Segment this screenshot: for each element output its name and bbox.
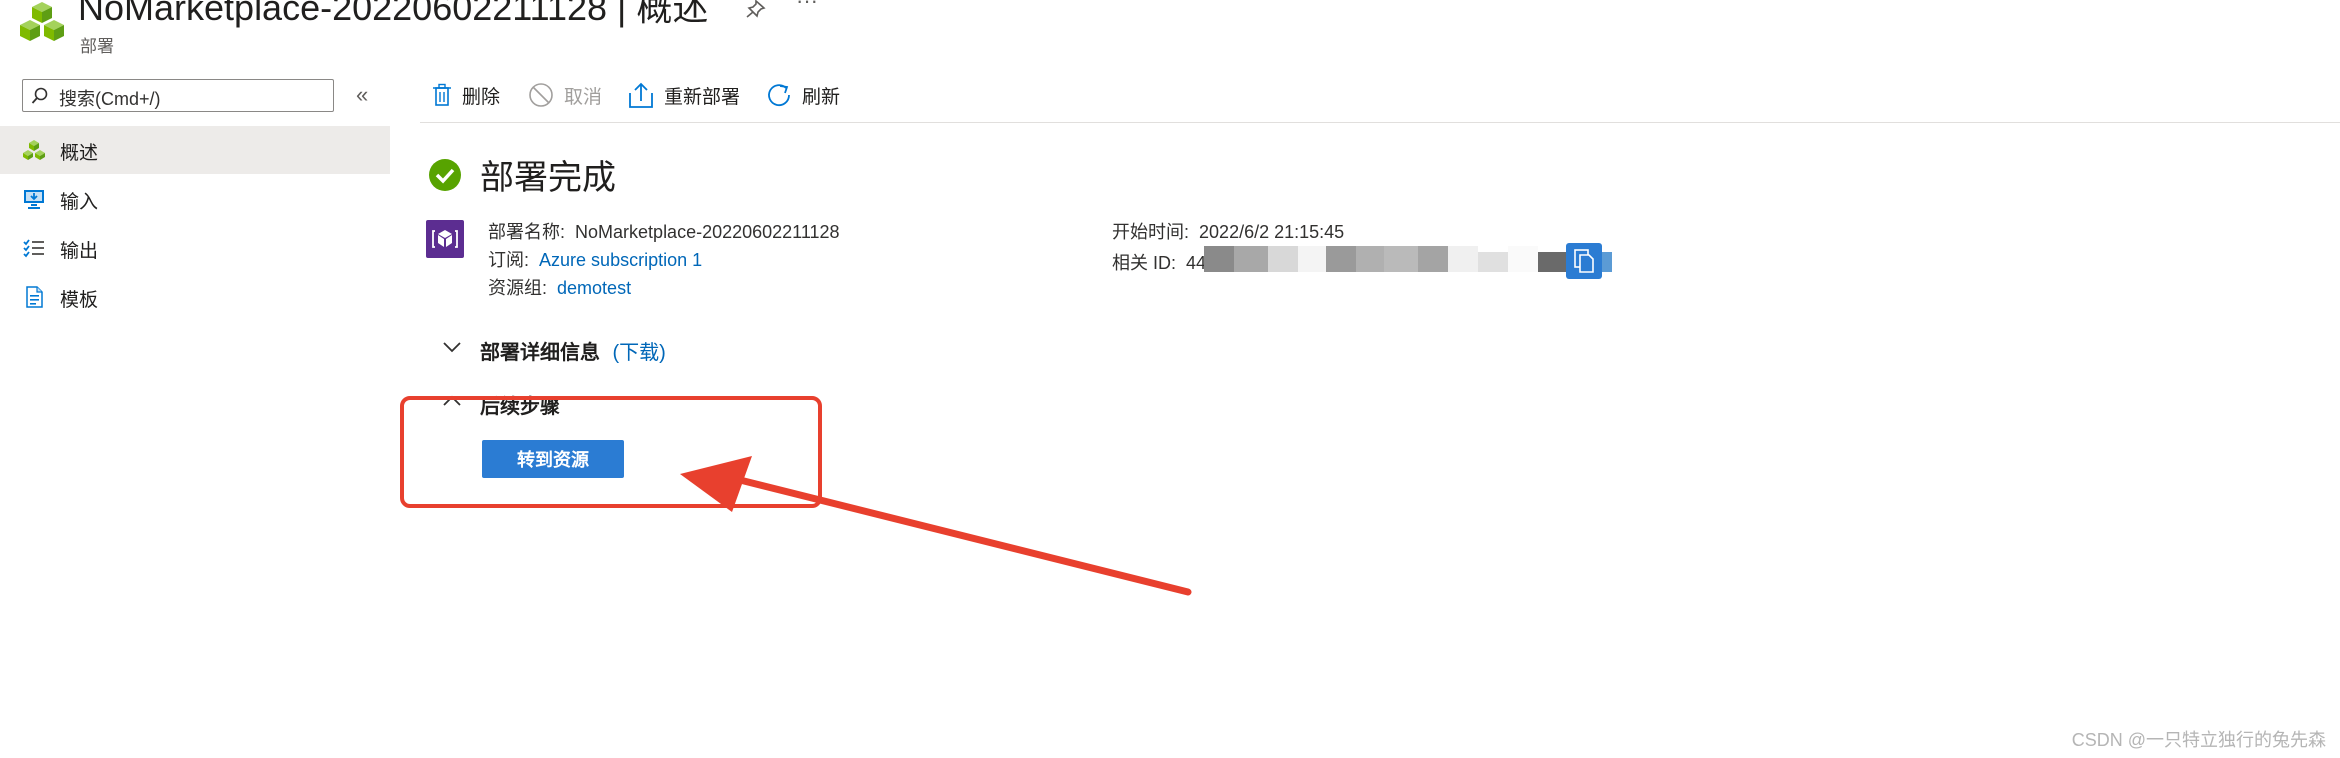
more-actions-icon[interactable]: ··· (796, 0, 818, 14)
sidebar-item-label: 输入 (60, 192, 99, 213)
sidebar-item-input[interactable]: 输入 (0, 175, 390, 223)
copy-icon[interactable] (1566, 243, 1602, 279)
subscription-label: 订阅: (488, 250, 530, 270)
page-subtitle: 部署 (80, 37, 114, 56)
deployment-cubes-icon (20, 2, 64, 41)
resource-group-link[interactable]: demotest (557, 278, 631, 298)
search-icon (31, 87, 48, 104)
annotation-arrow (680, 456, 1192, 596)
sidebar-item-template[interactable]: 模板 (0, 273, 390, 321)
deployment-details-label: 部署详细信息 (480, 342, 600, 364)
search-placeholder: 搜索(Cmd+/) (59, 89, 161, 109)
sidebar-item-label: 概述 (60, 143, 99, 164)
deployment-icon (426, 220, 464, 258)
download-link[interactable]: (下载) (612, 342, 665, 364)
deployment-name-label: 部署名称: (488, 222, 566, 242)
deployment-details-header[interactable]: 部署详细信息 (下载) (480, 336, 666, 365)
correlation-id-row: 相关 ID: 44 (1112, 249, 1206, 275)
sidebar-item-label: 输出 (60, 241, 99, 262)
chevron-down-icon[interactable] (442, 340, 462, 354)
delete-label: 删除 (462, 86, 501, 108)
subscription-link[interactable]: Azure subscription 1 (539, 250, 702, 270)
cancel-icon (529, 83, 553, 107)
sidebar-item-label: 模板 (60, 290, 99, 311)
success-check-icon (429, 159, 461, 191)
sidebar-search-input[interactable]: 搜索(Cmd+/) (22, 79, 334, 112)
output-icon (23, 239, 44, 258)
sidebar-item-overview[interactable]: 概述 (0, 126, 390, 174)
input-icon (24, 190, 44, 209)
correlation-id-label: 相关 ID: (1112, 253, 1177, 273)
collapse-sidebar-icon[interactable]: « (356, 82, 368, 108)
refresh-icon (768, 84, 790, 107)
redacted-correlation-id (1204, 246, 1612, 276)
overview-icon (23, 140, 45, 160)
upload-icon (629, 82, 653, 108)
refresh-button[interactable]: 刷新 (766, 80, 840, 110)
start-time-label: 开始时间: (1112, 222, 1190, 242)
resource-group-label: 资源组: (488, 278, 548, 298)
page-title: NoMarketplace-20220602211128 | 概述 (78, 0, 709, 28)
trash-icon (433, 83, 451, 106)
pin-icon[interactable] (744, 0, 766, 18)
template-icon (26, 286, 43, 308)
delete-button[interactable]: 删除 (432, 80, 500, 110)
subscription-row: 订阅: Azure subscription 1 (488, 246, 702, 272)
start-time-row: 开始时间: 2022/6/2 21:15:45 (1112, 218, 1344, 244)
cancel-label: 取消 (564, 86, 603, 108)
redeploy-label: 重新部署 (664, 86, 741, 108)
resource-group-row: 资源组: demotest (488, 274, 631, 300)
sidebar-item-output[interactable]: 输出 (0, 224, 390, 272)
deployment-name-value: NoMarketplace-20220602211128 (575, 222, 840, 242)
deployment-name-row: 部署名称: NoMarketplace-20220602211128 (488, 218, 840, 244)
toolbar-divider (420, 122, 2340, 123)
cancel-button[interactable]: 取消 (528, 80, 602, 110)
status-title: 部署完成 (480, 159, 616, 197)
watermark: CSDN @一只特立独行的兔先森 (2071, 730, 2326, 750)
redeploy-button[interactable]: 重新部署 (628, 80, 740, 110)
start-time-value: 2022/6/2 21:15:45 (1199, 222, 1345, 242)
refresh-label: 刷新 (802, 86, 841, 108)
